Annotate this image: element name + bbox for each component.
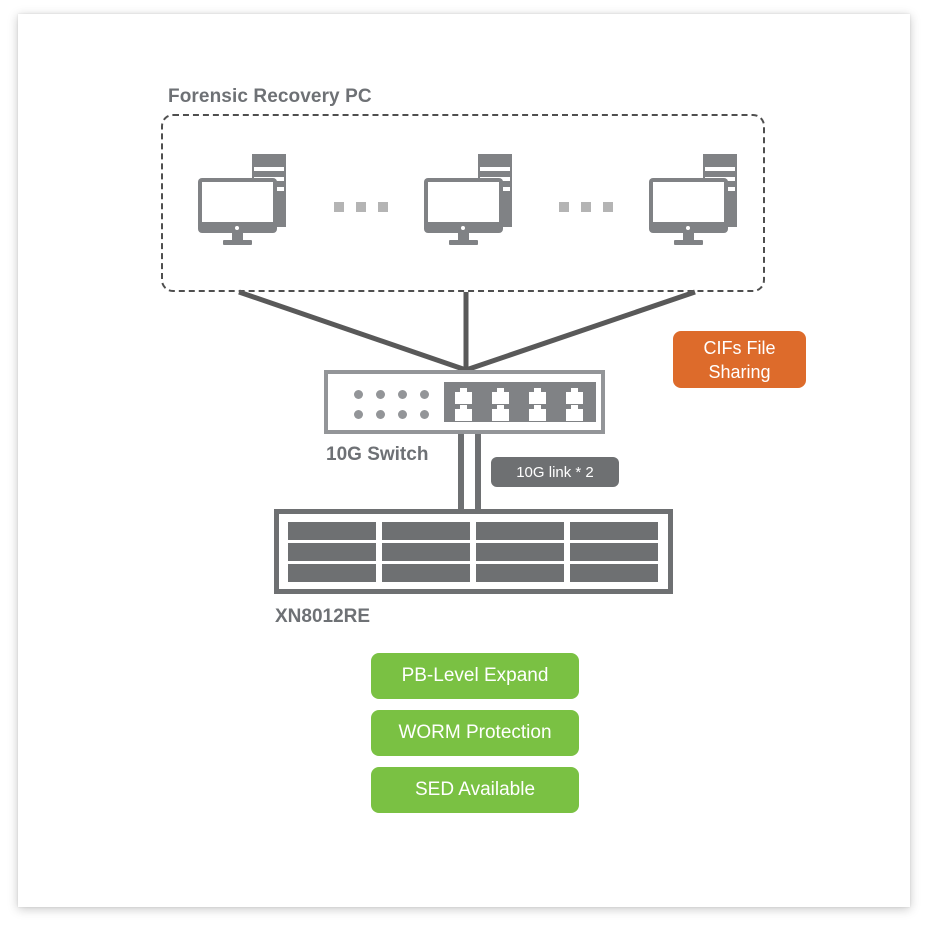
feature-badge-sed-available: SED Available: [371, 767, 579, 813]
switch-label: 10G Switch: [326, 444, 429, 465]
drive-bay: [382, 522, 470, 540]
rj45-port-icon: [492, 405, 509, 421]
ellipsis-separator-1: [334, 202, 396, 212]
link-pc3-to-switch: [465, 289, 696, 373]
switch-led-array: [354, 390, 434, 420]
feature-badge-pb-level-expand: PB-Level Expand: [371, 653, 579, 699]
drive-bay: [476, 543, 564, 561]
rj45-port-icon: [566, 405, 583, 421]
switch-port-panel: [444, 382, 596, 422]
monitor-icon: [649, 178, 728, 233]
network-topology-diagram: Forensic Recovery PC 10G Switch 10G link…: [0, 0, 941, 941]
monitor-power-dot: [235, 226, 239, 230]
rj45-port-icon: [566, 388, 583, 404]
protocol-badge: CIFs File Sharing: [673, 331, 806, 388]
client-group-title: Forensic Recovery PC: [168, 86, 372, 107]
rj45-port-icon: [492, 388, 509, 404]
tower-vent-slot: [254, 167, 284, 171]
drive-bay: [382, 543, 470, 561]
monitor-power-dot: [686, 226, 690, 230]
storage-model-label: XN8012RE: [275, 606, 371, 627]
feature-badge-worm-protection: WORM Protection: [371, 710, 579, 756]
rj45-port-icon: [455, 405, 472, 421]
rj45-port-icon: [455, 388, 472, 404]
storage-array-device[interactable]: [274, 509, 673, 594]
drive-bay: [476, 564, 564, 582]
rj45-port-icon: [529, 405, 546, 421]
drive-bay: [288, 522, 376, 540]
tower-vent-slot: [705, 167, 735, 171]
drive-bay: [288, 543, 376, 561]
monitor-power-dot: [461, 226, 465, 230]
network-switch-device[interactable]: [324, 370, 605, 434]
link-pc1-to-switch: [238, 289, 467, 373]
rj45-port-icon: [529, 388, 546, 404]
drive-bay: [570, 543, 658, 561]
monitor-base: [674, 240, 703, 245]
tower-vent-slot: [480, 167, 510, 171]
link-speed-badge: 10G link * 2: [491, 457, 619, 487]
drive-bay: [570, 522, 658, 540]
monitor-icon: [424, 178, 503, 233]
monitor-screen: [653, 182, 724, 222]
monitor-base: [449, 240, 478, 245]
ellipsis-separator-2: [559, 202, 621, 212]
monitor-screen: [428, 182, 499, 222]
desktop-computer-2[interactable]: [424, 154, 516, 245]
desktop-computer-1[interactable]: [198, 154, 290, 245]
monitor-base: [223, 240, 252, 245]
desktop-computer-3[interactable]: [649, 154, 741, 245]
drive-bay: [476, 522, 564, 540]
drive-bay: [570, 564, 658, 582]
drive-bay: [382, 564, 470, 582]
monitor-screen: [202, 182, 273, 222]
monitor-icon: [198, 178, 277, 233]
protocol-badge-line1: CIFs File: [703, 337, 776, 358]
drive-bay: [288, 564, 376, 582]
protocol-badge-line2: Sharing: [708, 361, 771, 382]
